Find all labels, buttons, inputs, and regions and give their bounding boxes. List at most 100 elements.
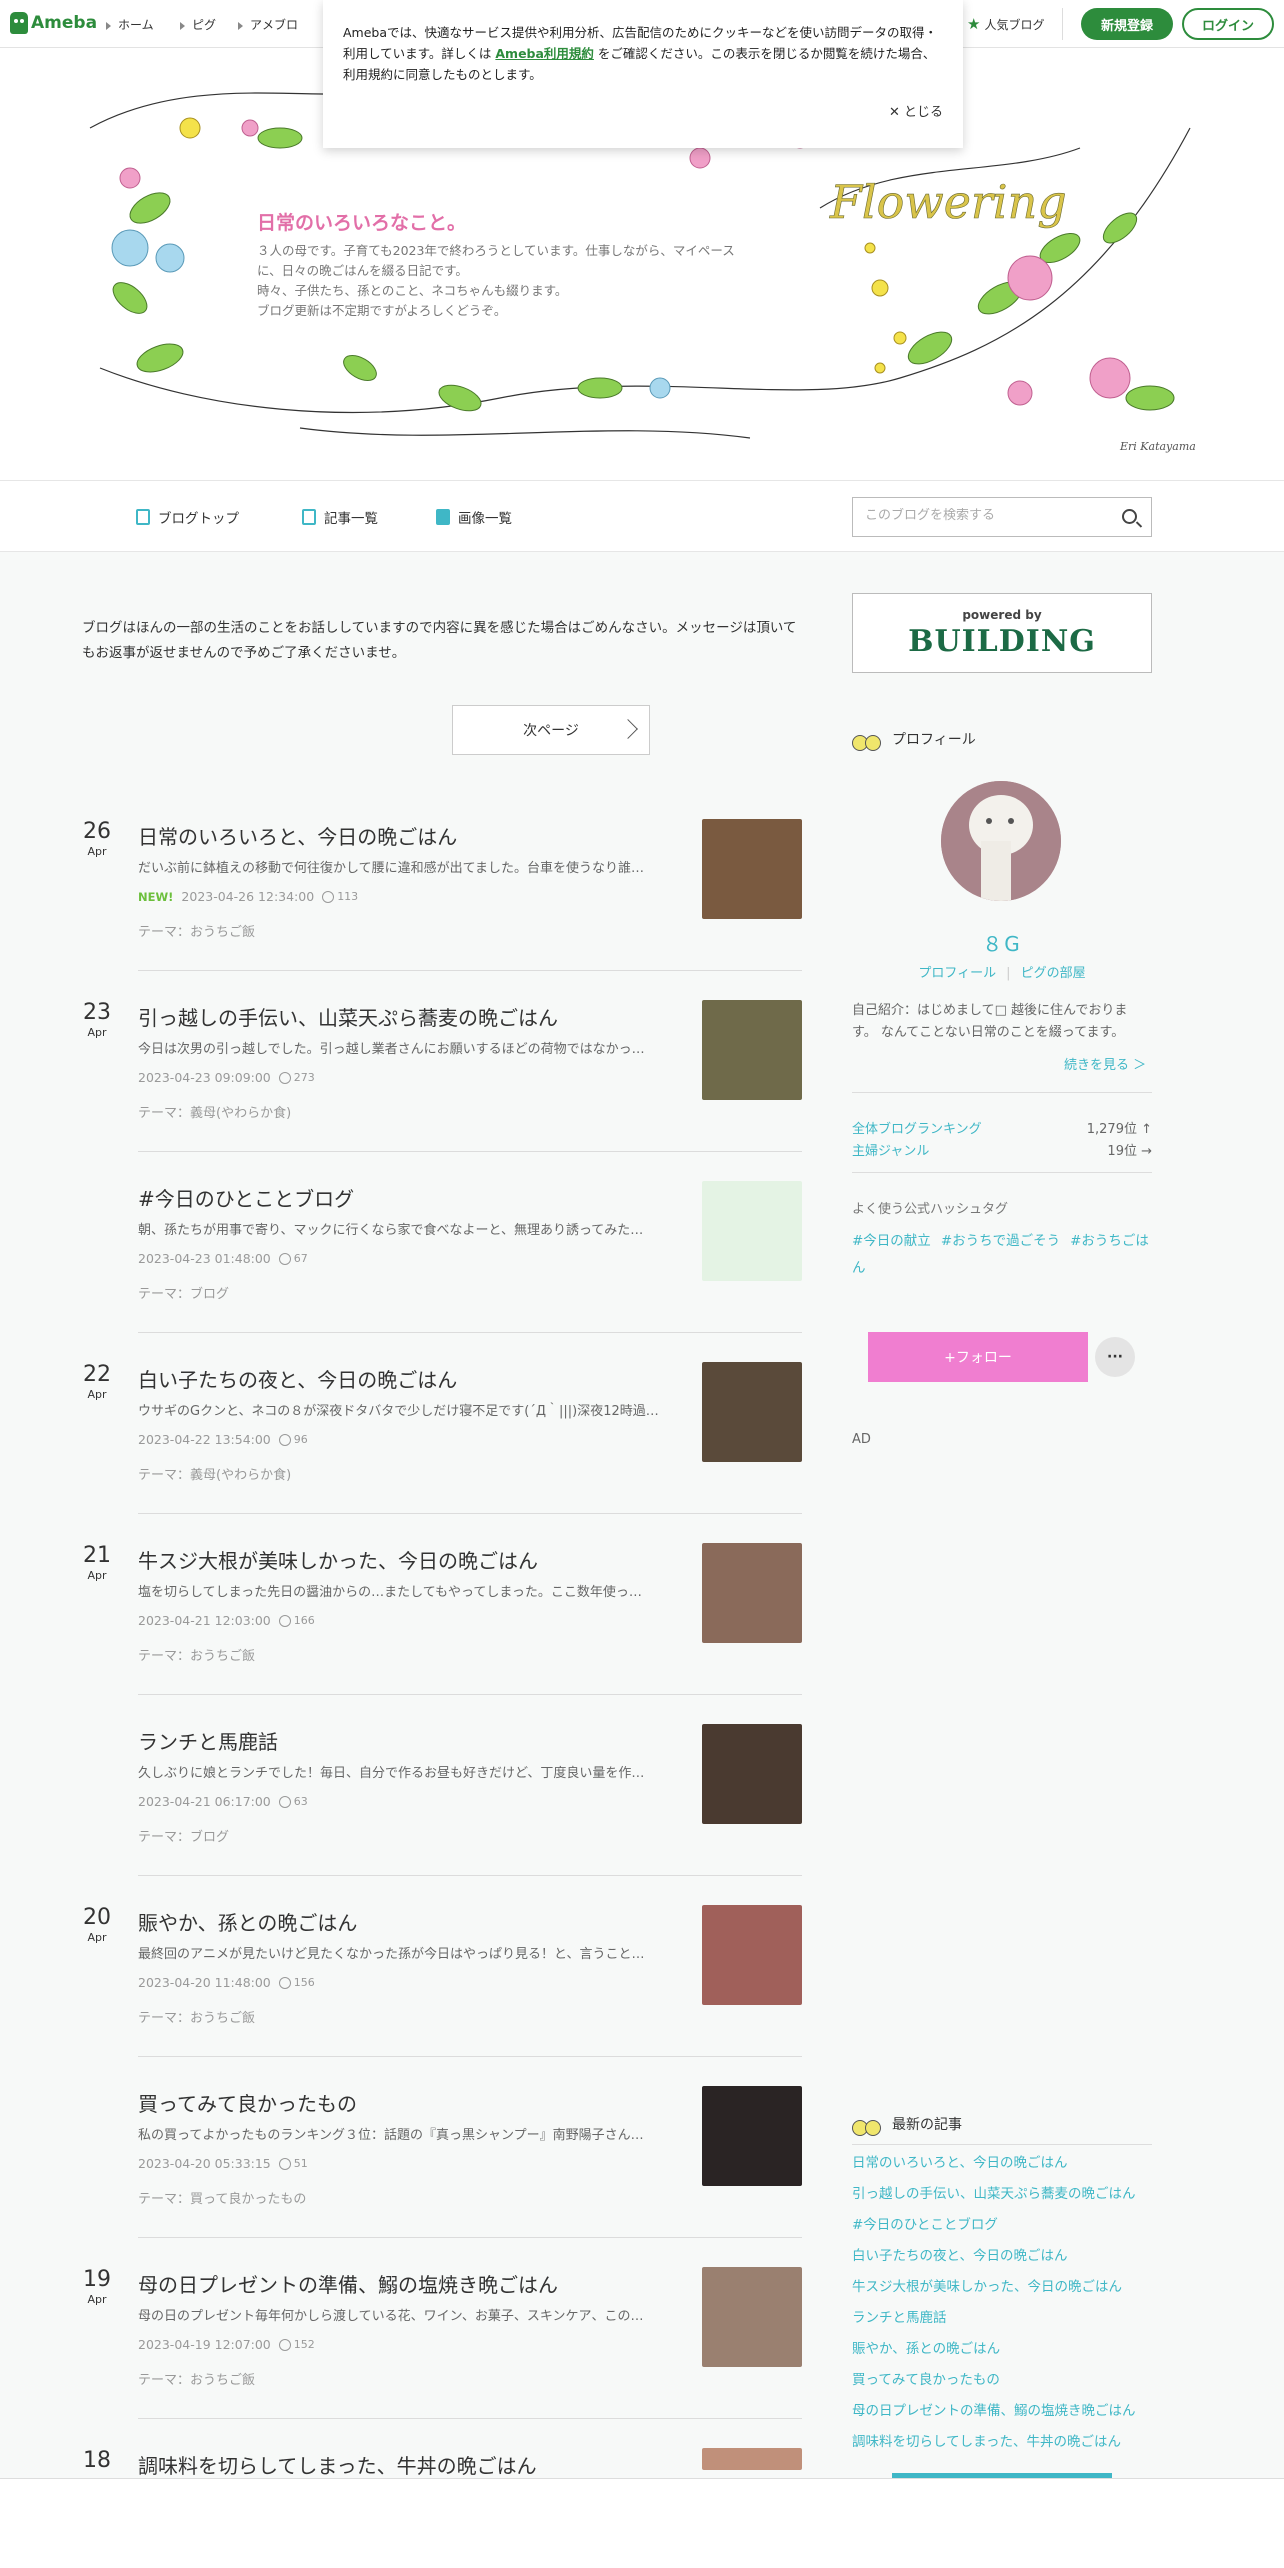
entry-theme-link[interactable]: テーマ：義母(やわらか食) — [138, 1464, 291, 1483]
recent-entry-link[interactable]: 日常のいろいろと、今日の晩ごはん — [852, 2148, 1152, 2179]
nav-pigg[interactable]: ピグ — [180, 16, 216, 33]
like-count[interactable]: 51 — [278, 2157, 308, 2170]
recent-entry-link[interactable]: #今日のひとことブログ — [852, 2210, 1152, 2241]
entry-meta: 2023-04-23 01:48:00 67 — [138, 1251, 308, 1266]
nav-home[interactable]: ホーム — [106, 16, 154, 33]
entry-meta: 2023-04-20 05:33:15 51 — [138, 2156, 308, 2171]
blog-title[interactable]: 日常のいろいろなこと。 — [257, 208, 466, 235]
entry-title-link[interactable]: ランチと馬鹿話 — [138, 1726, 668, 1755]
entry-thumbnail[interactable] — [702, 1724, 802, 1824]
entry-thumbnail[interactable] — [702, 1000, 802, 1100]
entry-theme-link[interactable]: テーマ：おうちご飯 — [138, 2007, 255, 2026]
entry-thumbnail[interactable] — [702, 2448, 802, 2470]
entry-meta: 2023-04-20 11:48:00 156 — [138, 1975, 315, 1990]
entry-title-link[interactable]: #今日のひとことブログ — [138, 1183, 668, 1212]
entry-thumbnail[interactable] — [702, 1905, 802, 2005]
profile-avatar[interactable] — [941, 781, 1061, 901]
recent-entry-link[interactable]: 引っ越しの手伝い、山菜天ぷら蕎麦の晩ごはん — [852, 2179, 1152, 2210]
ameba-logo[interactable]: Ameba — [10, 12, 97, 34]
follow-button[interactable]: +フォロー — [868, 1332, 1088, 1382]
entry-excerpt: 朝、孫たちが用事で寄り、マックに行くなら家で食べなよーと、無理あり誘ってみた… — [138, 1223, 644, 1238]
ranking-all-link[interactable]: 全体ブログランキング — [852, 1122, 982, 1137]
entry-divider — [138, 1151, 802, 1152]
like-count[interactable]: 152 — [278, 2338, 315, 2351]
entry-date: 2023-04-26 12:34:00 — [181, 889, 315, 904]
recent-entry-link[interactable]: 賑やか、孫との晩ごはん — [852, 2334, 1152, 2365]
entry-title-link[interactable]: 日常のいろいろと、今日の晩ごはん — [138, 821, 668, 850]
entry-divider — [138, 2237, 802, 2238]
pig-room-link[interactable]: ピグの部屋 — [1021, 966, 1086, 981]
close-label: とじる — [903, 105, 943, 120]
entry-thumbnail[interactable] — [702, 1362, 802, 1462]
entry-theme-link[interactable]: テーマ：おうちご飯 — [138, 1645, 255, 1664]
search-input[interactable] — [865, 508, 1105, 523]
recent-entry-link[interactable]: 買ってみて良かったもの — [852, 2365, 1152, 2396]
entry-theme-link[interactable]: テーマ：買って良かったもの — [138, 2188, 306, 2207]
register-button[interactable]: 新規登録 — [1081, 8, 1173, 40]
nav-ameblo[interactable]: アメブロ — [238, 16, 298, 33]
divider — [852, 1172, 1152, 1173]
nav-blog-top[interactable]: ブログトップ — [136, 507, 239, 527]
search-icon[interactable] — [1122, 509, 1137, 524]
read-more-link[interactable]: 続きを見る ＞ — [1064, 1054, 1146, 1073]
camera-icon — [436, 509, 450, 525]
like-count[interactable]: 113 — [322, 890, 358, 903]
entry-theme-link[interactable]: テーマ：おうちご飯 — [138, 2369, 255, 2388]
divider — [852, 1092, 1152, 1093]
entry-title-link[interactable]: 牛スジ大根が美味しかった、今日の晩ごはん — [138, 1545, 668, 1574]
entry-thumbnail[interactable] — [702, 1181, 802, 1281]
entry-meta: 2023-04-19 12:07:00 152 — [138, 2337, 315, 2352]
like-count[interactable]: 166 — [278, 1614, 315, 1627]
entry-title-link[interactable]: 白い子たちの夜と、今日の晩ごはん — [138, 1364, 668, 1393]
entry-title-link[interactable]: 母の日プレゼントの準備、鰯の塩焼き晩ごはん — [138, 2269, 668, 2298]
like-count[interactable]: 273 — [278, 1071, 315, 1084]
entry-theme-link[interactable]: テーマ：おうちご飯 — [138, 921, 255, 940]
entry-thumbnail[interactable] — [702, 2267, 802, 2367]
ranking-genre-link[interactable]: 主婦ジャンル — [852, 1144, 929, 1159]
entry-date: 2023-04-21 12:03:00 — [138, 1613, 271, 1628]
cookie-close-button[interactable]: ✕ とじる — [889, 102, 943, 123]
blog-search — [852, 497, 1152, 537]
recent-entry-link[interactable]: 牛スジ大根が美味しかった、今日の晩ごはん — [852, 2272, 1152, 2303]
nav-image-list[interactable]: 画像一覧 — [436, 507, 512, 527]
hashtag-link[interactable]: #今日の献立 — [852, 1233, 931, 1249]
like-count[interactable]: 67 — [278, 1252, 308, 1265]
hashtag-link[interactable]: #おうちで過ごそう — [941, 1233, 1060, 1249]
entry-thumbnail[interactable] — [702, 819, 802, 919]
hashtag-list: #今日の献立 #おうちで過ごそう #おうちごはん — [852, 1228, 1152, 1282]
entry-title-link[interactable]: 賑やか、孫との晩ごはん — [138, 1907, 668, 1936]
entry-title-link[interactable]: 買ってみて良かったもの — [138, 2088, 668, 2117]
popular-blog-link[interactable]: ★ 人気ブログ — [967, 15, 1044, 33]
recent-entry-link[interactable]: ランチと馬鹿話 — [852, 2303, 1152, 2334]
more-options-button[interactable]: ··· — [1095, 1337, 1135, 1377]
cherries-icon — [852, 727, 882, 751]
recent-entry-link[interactable]: 母の日プレゼントの準備、鰯の塩焼き晩ごはん — [852, 2396, 1152, 2427]
login-button[interactable]: ログイン — [1182, 8, 1274, 40]
nav-entry-list[interactable]: 記事一覧 — [302, 507, 378, 527]
smile-icon — [278, 1976, 291, 1989]
entry-thumbnail[interactable] — [702, 1543, 802, 1643]
recent-entry-link[interactable]: 調味料を切らしてしまった、牛丼の晩ごはん — [852, 2427, 1152, 2458]
next-page-button[interactable]: 次ページ — [452, 705, 650, 755]
hashtag-label: よく使う公式ハッシュタグ — [852, 1202, 1009, 1217]
like-count[interactable]: 156 — [278, 1976, 315, 1989]
entry-theme-link[interactable]: テーマ：ブログ — [138, 1826, 229, 1845]
entry-excerpt: 私の買ってよかったものランキング３位：話題の『真っ黒シャンプー』南野陽子さん… — [138, 2128, 644, 2143]
cherries-icon — [852, 2112, 882, 2136]
recent-entry-link[interactable]: 白い子たちの夜と、今日の晩ごはん — [852, 2241, 1152, 2272]
like-count[interactable]: 96 — [278, 1433, 308, 1446]
entry-title-link[interactable]: 引っ越しの手伝い、山菜天ぷら蕎麦の晩ごはん — [138, 1002, 668, 1031]
entry-item: 21 Apr 牛スジ大根が美味しかった、今日の晩ごはん 塩を切らしてしまった先日の醤油… — [82, 1541, 802, 1721]
divider — [1062, 8, 1063, 40]
sidebar-ad-banner[interactable]: powered by BUILDING — [852, 593, 1152, 673]
entry-title-link[interactable]: 調味料を切らしてしまった、牛丼の晩ごはん — [138, 2450, 668, 2479]
entry-day: 19 — [83, 2267, 111, 2292]
entry-theme-link[interactable]: テーマ：ブログ — [138, 1283, 229, 1302]
separator: | — [1006, 966, 1011, 981]
like-count[interactable]: 63 — [278, 1795, 308, 1808]
entry-theme-link[interactable]: テーマ：義母(やわらか食) — [138, 1102, 291, 1121]
profile-link[interactable]: プロフィール — [918, 966, 996, 981]
terms-link[interactable]: Ameba利用規約 — [495, 46, 594, 61]
entry-thumbnail[interactable] — [702, 2086, 802, 2186]
profile-name[interactable]: ８G — [852, 928, 1152, 957]
